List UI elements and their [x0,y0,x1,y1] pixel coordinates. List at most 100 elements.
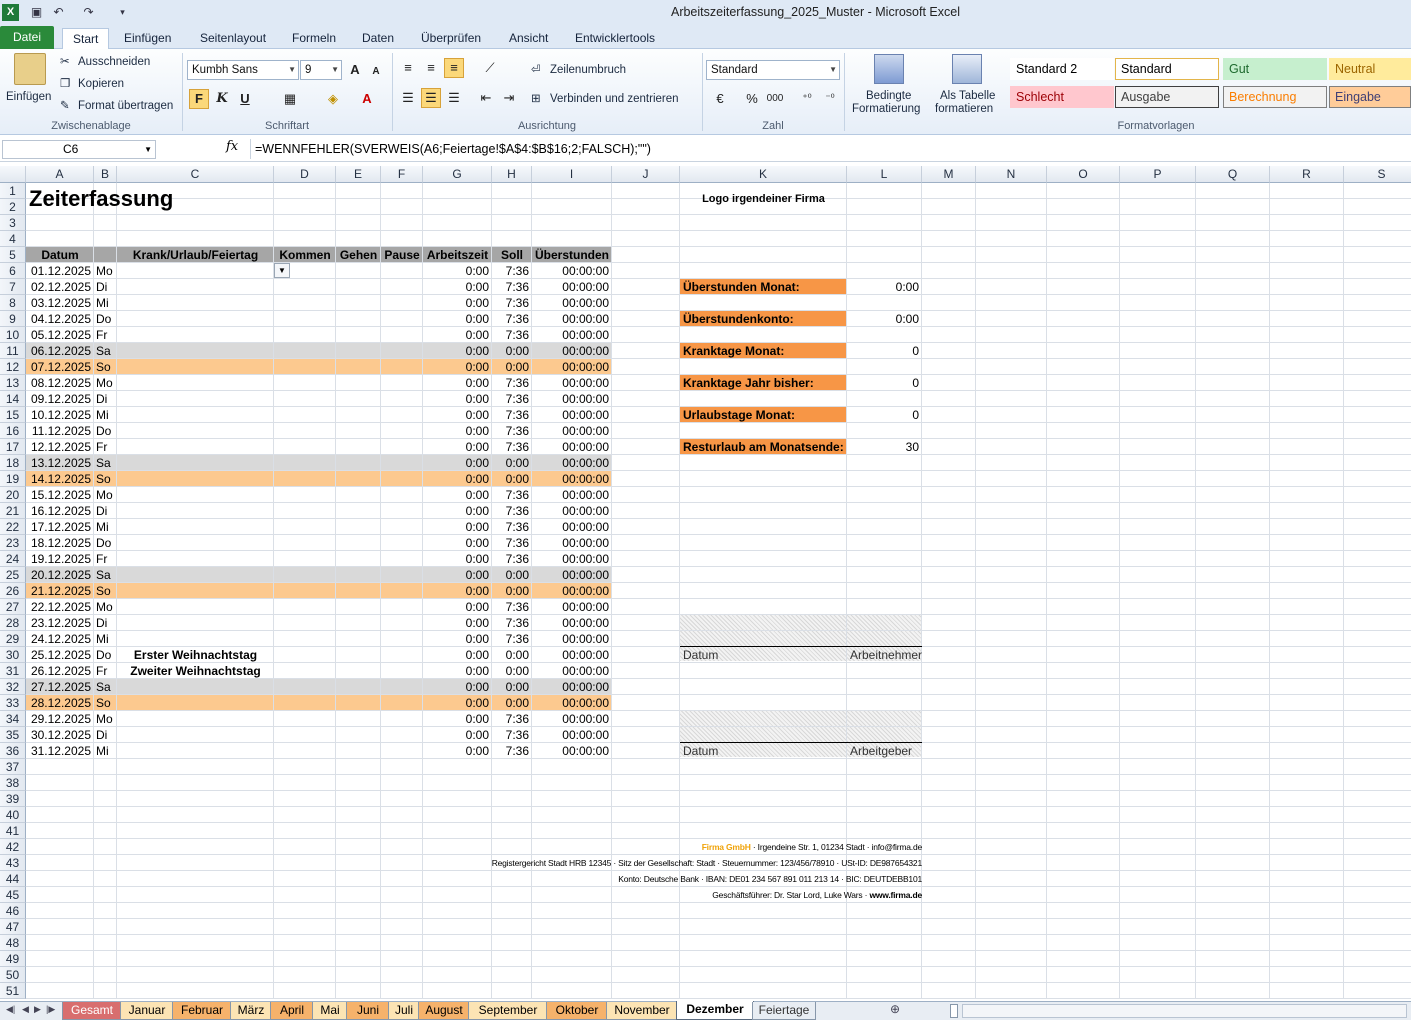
sheet-tab-august[interactable]: August [418,1002,470,1020]
row-header[interactable]: 25 [0,567,26,583]
font-name-combo[interactable]: Kumbh Sans ▼ [187,60,299,80]
target-time-cell[interactable]: 7:36 [492,615,532,631]
worktime-cell[interactable]: 0:00 [423,519,492,535]
cut-icon[interactable]: ✂ [60,54,70,70]
style-ausgabe[interactable]: Ausgabe [1115,86,1219,108]
fill-color-icon[interactable]: ◈ [323,89,343,109]
worktime-cell[interactable]: 0:00 [423,311,492,327]
style-berechnung[interactable]: Berechnung [1223,86,1327,108]
format-painter-icon[interactable]: ✎ [60,98,70,114]
row-header[interactable]: 11 [0,343,26,359]
overtime-cell[interactable]: 00:00:00 [532,631,612,647]
row-header[interactable]: 6 [0,263,26,279]
target-time-cell[interactable]: 0:00 [492,583,532,599]
row-header[interactable]: 15 [0,407,26,423]
worktime-cell[interactable]: 0:00 [423,295,492,311]
target-time-cell[interactable]: 0:00 [492,567,532,583]
worktime-cell[interactable]: 0:00 [423,327,492,343]
summary-value[interactable]: 0:00 [847,279,922,295]
weekday-cell[interactable]: Fr [94,439,117,455]
date-cell[interactable]: 09.12.2025 [26,391,94,407]
style-neutral[interactable]: Neutral [1329,58,1411,80]
target-time-cell[interactable]: 0:00 [492,647,532,663]
column-header-b[interactable]: B [94,166,117,183]
row-header[interactable]: 2 [0,199,26,215]
target-time-cell[interactable]: 0:00 [492,663,532,679]
column-header-f[interactable]: F [381,166,423,183]
weekday-cell[interactable]: Do [94,647,117,663]
row-header[interactable]: 36 [0,743,26,759]
number-format-combo[interactable]: Standard ▼ [706,60,840,80]
date-cell[interactable]: 23.12.2025 [26,615,94,631]
weekday-cell[interactable]: Di [94,615,117,631]
overtime-cell[interactable]: 00:00:00 [532,327,612,343]
row-header[interactable]: 48 [0,935,26,951]
conditional-format-icon[interactable] [874,54,904,84]
row-header[interactable]: 31 [0,663,26,679]
row-header[interactable]: 13 [0,375,26,391]
row-header[interactable]: 4 [0,231,26,247]
weekday-cell[interactable]: Mi [94,631,117,647]
worktime-cell[interactable]: 0:00 [423,439,492,455]
row-header[interactable]: 43 [0,855,26,871]
target-time-cell[interactable]: 7:36 [492,295,532,311]
row-header[interactable]: 19 [0,471,26,487]
overtime-cell[interactable]: 00:00:00 [532,567,612,583]
overtime-cell[interactable]: 00:00:00 [532,311,612,327]
shrink-font-icon[interactable]: A [366,62,386,82]
weekday-cell[interactable]: So [94,583,117,599]
row-header[interactable]: 40 [0,807,26,823]
column-header-r[interactable]: R [1270,166,1344,183]
table-header-4[interactable]: Pause [381,247,423,263]
row-header[interactable]: 16 [0,423,26,439]
last-sheet-icon[interactable]: |▶ [46,1004,55,1015]
row-header[interactable]: 3 [0,215,26,231]
column-header-k[interactable]: K [680,166,847,183]
signature-employee-label[interactable]: Arbeitnehmer [847,647,976,663]
weekday-cell[interactable]: Mi [94,295,117,311]
column-header-p[interactable]: P [1120,166,1196,183]
weekday-cell[interactable]: Di [94,391,117,407]
date-cell[interactable]: 18.12.2025 [26,535,94,551]
target-time-cell[interactable]: 7:36 [492,551,532,567]
table-header-2[interactable]: Kommen [274,247,336,263]
overtime-cell[interactable]: 00:00:00 [532,727,612,743]
overtime-cell[interactable]: 00:00:00 [532,695,612,711]
tab-start[interactable]: Start [62,28,110,50]
worktime-cell[interactable]: 0:00 [423,455,492,471]
overtime-cell[interactable]: 00:00:00 [532,711,612,727]
table-header-3[interactable]: Gehen [336,247,381,263]
row-header[interactable]: 9 [0,311,26,327]
row-header[interactable]: 24 [0,551,26,567]
worktime-cell[interactable]: 0:00 [423,359,492,375]
format-painter-button[interactable]: Format übertragen [78,98,173,114]
tab-ueberpruefen[interactable]: Überprüfen [411,28,491,49]
column-header-i[interactable]: I [532,166,612,183]
style-eingabe[interactable]: Eingabe [1329,86,1411,108]
target-time-cell[interactable]: 7:36 [492,743,532,759]
target-time-cell[interactable]: 7:36 [492,439,532,455]
style-schlecht[interactable]: Schlecht [1010,86,1114,108]
date-cell[interactable]: 04.12.2025 [26,311,94,327]
row-header[interactable]: 39 [0,791,26,807]
row-header[interactable]: 50 [0,967,26,983]
date-cell[interactable]: 10.12.2025 [26,407,94,423]
date-cell[interactable]: 30.12.2025 [26,727,94,743]
weekday-cell[interactable]: Mi [94,407,117,423]
target-time-cell[interactable]: 7:36 [492,311,532,327]
weekday-cell[interactable]: Fr [94,663,117,679]
worksheet-grid[interactable]: A B C D E F G H I J K L M N O P Q R S 1 2 3 4 5 6 7 8 9 10 11 12 13 14 15… [0,166,1411,1001]
worktime-cell[interactable]: 0:00 [423,679,492,695]
target-time-cell[interactable]: 7:36 [492,599,532,615]
tab-seitenlayout[interactable]: Seitenlayout [190,28,276,49]
table-header-1[interactable]: Krank/Urlaub/Feiertag [117,247,274,263]
orientation-icon[interactable]: ⟋ [480,58,500,78]
target-time-cell[interactable]: 0:00 [492,455,532,471]
font-size-combo[interactable]: 9 ▼ [300,60,342,80]
date-cell[interactable]: 21.12.2025 [26,583,94,599]
table-header-0[interactable]: Datum [26,247,94,263]
tab-split-handle[interactable] [950,1004,958,1018]
date-cell[interactable]: 06.12.2025 [26,343,94,359]
date-cell[interactable]: 14.12.2025 [26,471,94,487]
row-header[interactable]: 26 [0,583,26,599]
